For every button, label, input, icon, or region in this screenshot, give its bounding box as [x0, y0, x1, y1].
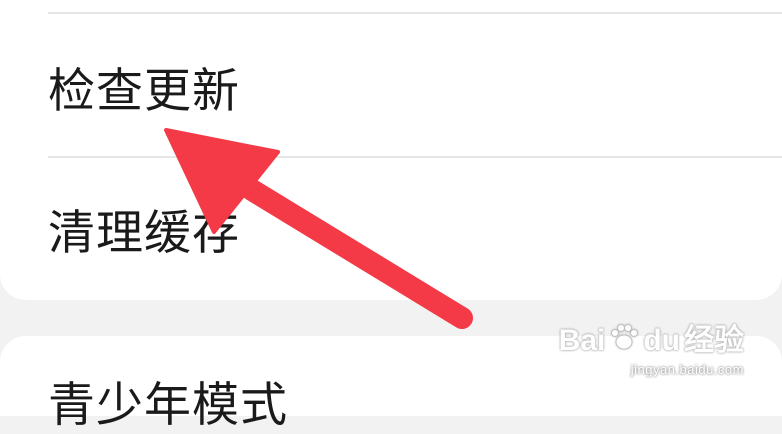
paw-icon: [607, 320, 641, 362]
watermark-brand-mid: du: [643, 324, 680, 357]
watermark-url: jingyan.baidu.com: [630, 362, 744, 377]
clear-cache-item[interactable]: 清理缓存: [0, 158, 782, 300]
clear-cache-label: 清理缓存: [48, 206, 240, 261]
teen-mode-label: 青少年模式: [48, 378, 288, 433]
watermark-brand-right: 经验: [684, 324, 744, 357]
settings-card: 检查更新 清理缓存: [0, 0, 782, 300]
baidu-jingyan-watermark: Bai du 经验 jingyan.baidu.com: [559, 320, 744, 378]
watermark-brand-left: Bai: [558, 324, 606, 357]
check-update-item[interactable]: 检查更新: [0, 14, 782, 156]
check-update-label: 检查更新: [48, 64, 240, 119]
